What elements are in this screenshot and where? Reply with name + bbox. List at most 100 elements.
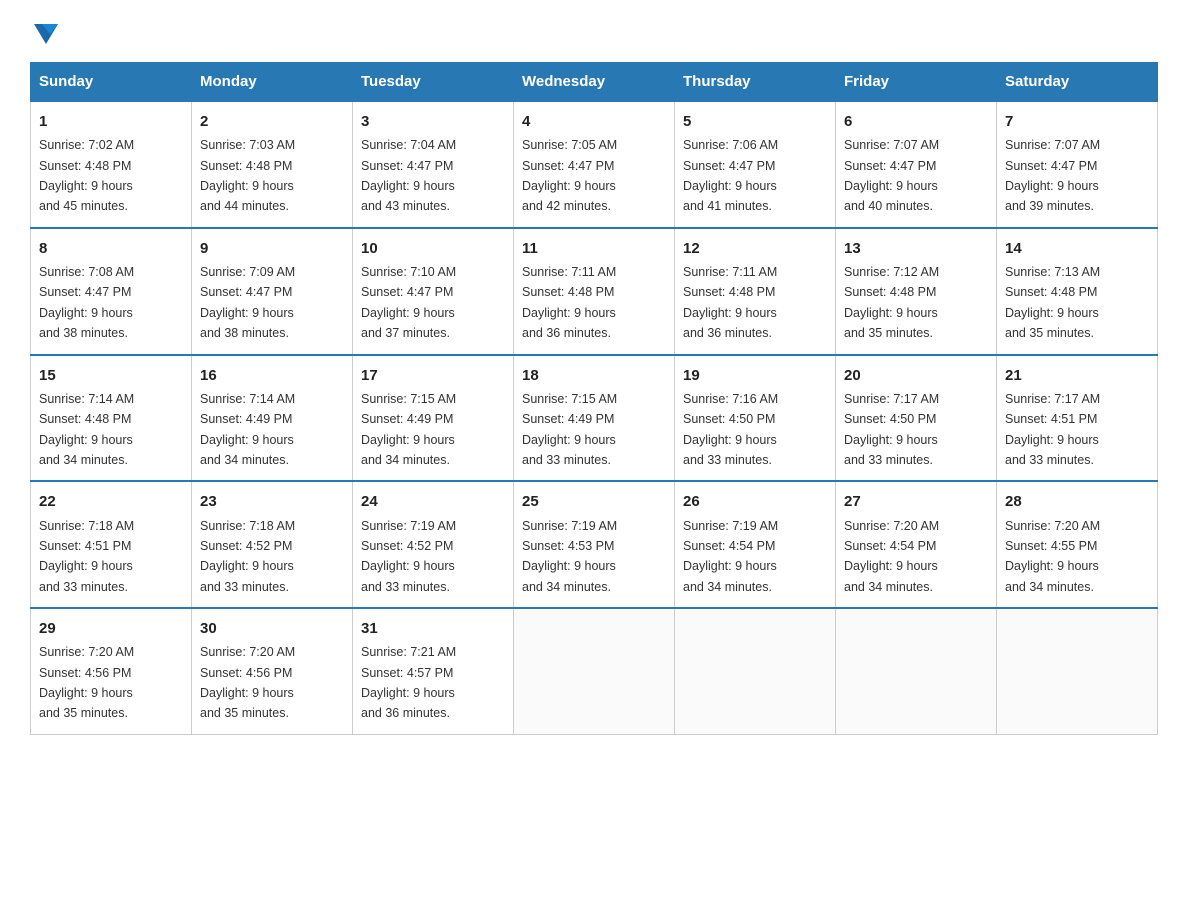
day-info: Sunrise: 7:05 AMSunset: 4:47 PMDaylight:… <box>522 138 617 213</box>
logo-triangle-icon <box>32 20 60 48</box>
day-info: Sunrise: 7:06 AMSunset: 4:47 PMDaylight:… <box>683 138 778 213</box>
calendar-cell: 12 Sunrise: 7:11 AMSunset: 4:48 PMDaylig… <box>675 228 836 355</box>
day-number: 13 <box>844 237 988 260</box>
day-info: Sunrise: 7:12 AMSunset: 4:48 PMDaylight:… <box>844 265 939 340</box>
calendar-week-row: 1 Sunrise: 7:02 AMSunset: 4:48 PMDayligh… <box>31 101 1158 228</box>
day-info: Sunrise: 7:18 AMSunset: 4:51 PMDaylight:… <box>39 519 134 594</box>
day-number: 26 <box>683 490 827 513</box>
logo <box>30 20 60 44</box>
day-number: 22 <box>39 490 183 513</box>
calendar-cell: 11 Sunrise: 7:11 AMSunset: 4:48 PMDaylig… <box>514 228 675 355</box>
day-number: 16 <box>200 364 344 387</box>
header-tuesday: Tuesday <box>353 63 514 102</box>
calendar-cell: 4 Sunrise: 7:05 AMSunset: 4:47 PMDayligh… <box>514 101 675 228</box>
calendar-cell: 10 Sunrise: 7:10 AMSunset: 4:47 PMDaylig… <box>353 228 514 355</box>
calendar-cell: 30 Sunrise: 7:20 AMSunset: 4:56 PMDaylig… <box>192 608 353 734</box>
day-number: 24 <box>361 490 505 513</box>
day-number: 9 <box>200 237 344 260</box>
day-info: Sunrise: 7:09 AMSunset: 4:47 PMDaylight:… <box>200 265 295 340</box>
day-number: 20 <box>844 364 988 387</box>
calendar-cell: 26 Sunrise: 7:19 AMSunset: 4:54 PMDaylig… <box>675 481 836 608</box>
day-number: 8 <box>39 237 183 260</box>
day-number: 17 <box>361 364 505 387</box>
day-info: Sunrise: 7:11 AMSunset: 4:48 PMDaylight:… <box>522 265 616 340</box>
calendar-cell: 1 Sunrise: 7:02 AMSunset: 4:48 PMDayligh… <box>31 101 192 228</box>
day-info: Sunrise: 7:14 AMSunset: 4:49 PMDaylight:… <box>200 392 295 467</box>
day-number: 18 <box>522 364 666 387</box>
day-number: 2 <box>200 110 344 133</box>
calendar-cell: 27 Sunrise: 7:20 AMSunset: 4:54 PMDaylig… <box>836 481 997 608</box>
day-number: 12 <box>683 237 827 260</box>
calendar-cell: 2 Sunrise: 7:03 AMSunset: 4:48 PMDayligh… <box>192 101 353 228</box>
calendar-cell: 18 Sunrise: 7:15 AMSunset: 4:49 PMDaylig… <box>514 355 675 482</box>
day-info: Sunrise: 7:20 AMSunset: 4:56 PMDaylight:… <box>39 645 134 720</box>
calendar-cell <box>514 608 675 734</box>
header-sunday: Sunday <box>31 63 192 102</box>
calendar-cell: 23 Sunrise: 7:18 AMSunset: 4:52 PMDaylig… <box>192 481 353 608</box>
calendar-cell: 15 Sunrise: 7:14 AMSunset: 4:48 PMDaylig… <box>31 355 192 482</box>
header-saturday: Saturday <box>997 63 1158 102</box>
day-number: 30 <box>200 617 344 640</box>
day-info: Sunrise: 7:16 AMSunset: 4:50 PMDaylight:… <box>683 392 778 467</box>
calendar-cell: 14 Sunrise: 7:13 AMSunset: 4:48 PMDaylig… <box>997 228 1158 355</box>
header-friday: Friday <box>836 63 997 102</box>
day-number: 25 <box>522 490 666 513</box>
day-number: 15 <box>39 364 183 387</box>
calendar-cell: 3 Sunrise: 7:04 AMSunset: 4:47 PMDayligh… <box>353 101 514 228</box>
day-number: 14 <box>1005 237 1149 260</box>
day-number: 11 <box>522 237 666 260</box>
day-info: Sunrise: 7:21 AMSunset: 4:57 PMDaylight:… <box>361 645 456 720</box>
day-info: Sunrise: 7:15 AMSunset: 4:49 PMDaylight:… <box>361 392 456 467</box>
calendar-header-row: SundayMondayTuesdayWednesdayThursdayFrid… <box>31 63 1158 102</box>
calendar-cell <box>997 608 1158 734</box>
day-number: 29 <box>39 617 183 640</box>
day-info: Sunrise: 7:20 AMSunset: 4:55 PMDaylight:… <box>1005 519 1100 594</box>
day-info: Sunrise: 7:17 AMSunset: 4:50 PMDaylight:… <box>844 392 939 467</box>
day-number: 28 <box>1005 490 1149 513</box>
calendar-cell: 9 Sunrise: 7:09 AMSunset: 4:47 PMDayligh… <box>192 228 353 355</box>
calendar-week-row: 8 Sunrise: 7:08 AMSunset: 4:47 PMDayligh… <box>31 228 1158 355</box>
day-info: Sunrise: 7:20 AMSunset: 4:54 PMDaylight:… <box>844 519 939 594</box>
calendar-cell: 22 Sunrise: 7:18 AMSunset: 4:51 PMDaylig… <box>31 481 192 608</box>
calendar-cell: 21 Sunrise: 7:17 AMSunset: 4:51 PMDaylig… <box>997 355 1158 482</box>
calendar-cell: 24 Sunrise: 7:19 AMSunset: 4:52 PMDaylig… <box>353 481 514 608</box>
day-info: Sunrise: 7:11 AMSunset: 4:48 PMDaylight:… <box>683 265 777 340</box>
calendar-cell: 5 Sunrise: 7:06 AMSunset: 4:47 PMDayligh… <box>675 101 836 228</box>
day-info: Sunrise: 7:17 AMSunset: 4:51 PMDaylight:… <box>1005 392 1100 467</box>
day-number: 31 <box>361 617 505 640</box>
calendar-cell <box>836 608 997 734</box>
day-number: 5 <box>683 110 827 133</box>
day-info: Sunrise: 7:19 AMSunset: 4:52 PMDaylight:… <box>361 519 456 594</box>
day-number: 21 <box>1005 364 1149 387</box>
day-info: Sunrise: 7:19 AMSunset: 4:53 PMDaylight:… <box>522 519 617 594</box>
day-number: 19 <box>683 364 827 387</box>
header-monday: Monday <box>192 63 353 102</box>
day-info: Sunrise: 7:02 AMSunset: 4:48 PMDaylight:… <box>39 138 134 213</box>
day-info: Sunrise: 7:20 AMSunset: 4:56 PMDaylight:… <box>200 645 295 720</box>
header-wednesday: Wednesday <box>514 63 675 102</box>
day-info: Sunrise: 7:19 AMSunset: 4:54 PMDaylight:… <box>683 519 778 594</box>
calendar-cell: 28 Sunrise: 7:20 AMSunset: 4:55 PMDaylig… <box>997 481 1158 608</box>
calendar-cell: 17 Sunrise: 7:15 AMSunset: 4:49 PMDaylig… <box>353 355 514 482</box>
day-number: 1 <box>39 110 183 133</box>
calendar-cell: 25 Sunrise: 7:19 AMSunset: 4:53 PMDaylig… <box>514 481 675 608</box>
calendar-cell: 13 Sunrise: 7:12 AMSunset: 4:48 PMDaylig… <box>836 228 997 355</box>
day-number: 23 <box>200 490 344 513</box>
calendar-cell: 31 Sunrise: 7:21 AMSunset: 4:57 PMDaylig… <box>353 608 514 734</box>
day-number: 6 <box>844 110 988 133</box>
calendar-cell: 16 Sunrise: 7:14 AMSunset: 4:49 PMDaylig… <box>192 355 353 482</box>
day-info: Sunrise: 7:07 AMSunset: 4:47 PMDaylight:… <box>1005 138 1100 213</box>
day-info: Sunrise: 7:10 AMSunset: 4:47 PMDaylight:… <box>361 265 456 340</box>
day-info: Sunrise: 7:13 AMSunset: 4:48 PMDaylight:… <box>1005 265 1100 340</box>
calendar-cell: 29 Sunrise: 7:20 AMSunset: 4:56 PMDaylig… <box>31 608 192 734</box>
calendar-cell: 7 Sunrise: 7:07 AMSunset: 4:47 PMDayligh… <box>997 101 1158 228</box>
calendar-week-row: 29 Sunrise: 7:20 AMSunset: 4:56 PMDaylig… <box>31 608 1158 734</box>
page-header <box>30 20 1158 44</box>
day-number: 7 <box>1005 110 1149 133</box>
day-info: Sunrise: 7:04 AMSunset: 4:47 PMDaylight:… <box>361 138 456 213</box>
calendar-cell: 8 Sunrise: 7:08 AMSunset: 4:47 PMDayligh… <box>31 228 192 355</box>
day-info: Sunrise: 7:18 AMSunset: 4:52 PMDaylight:… <box>200 519 295 594</box>
calendar-table: SundayMondayTuesdayWednesdayThursdayFrid… <box>30 62 1158 735</box>
day-number: 4 <box>522 110 666 133</box>
day-number: 3 <box>361 110 505 133</box>
